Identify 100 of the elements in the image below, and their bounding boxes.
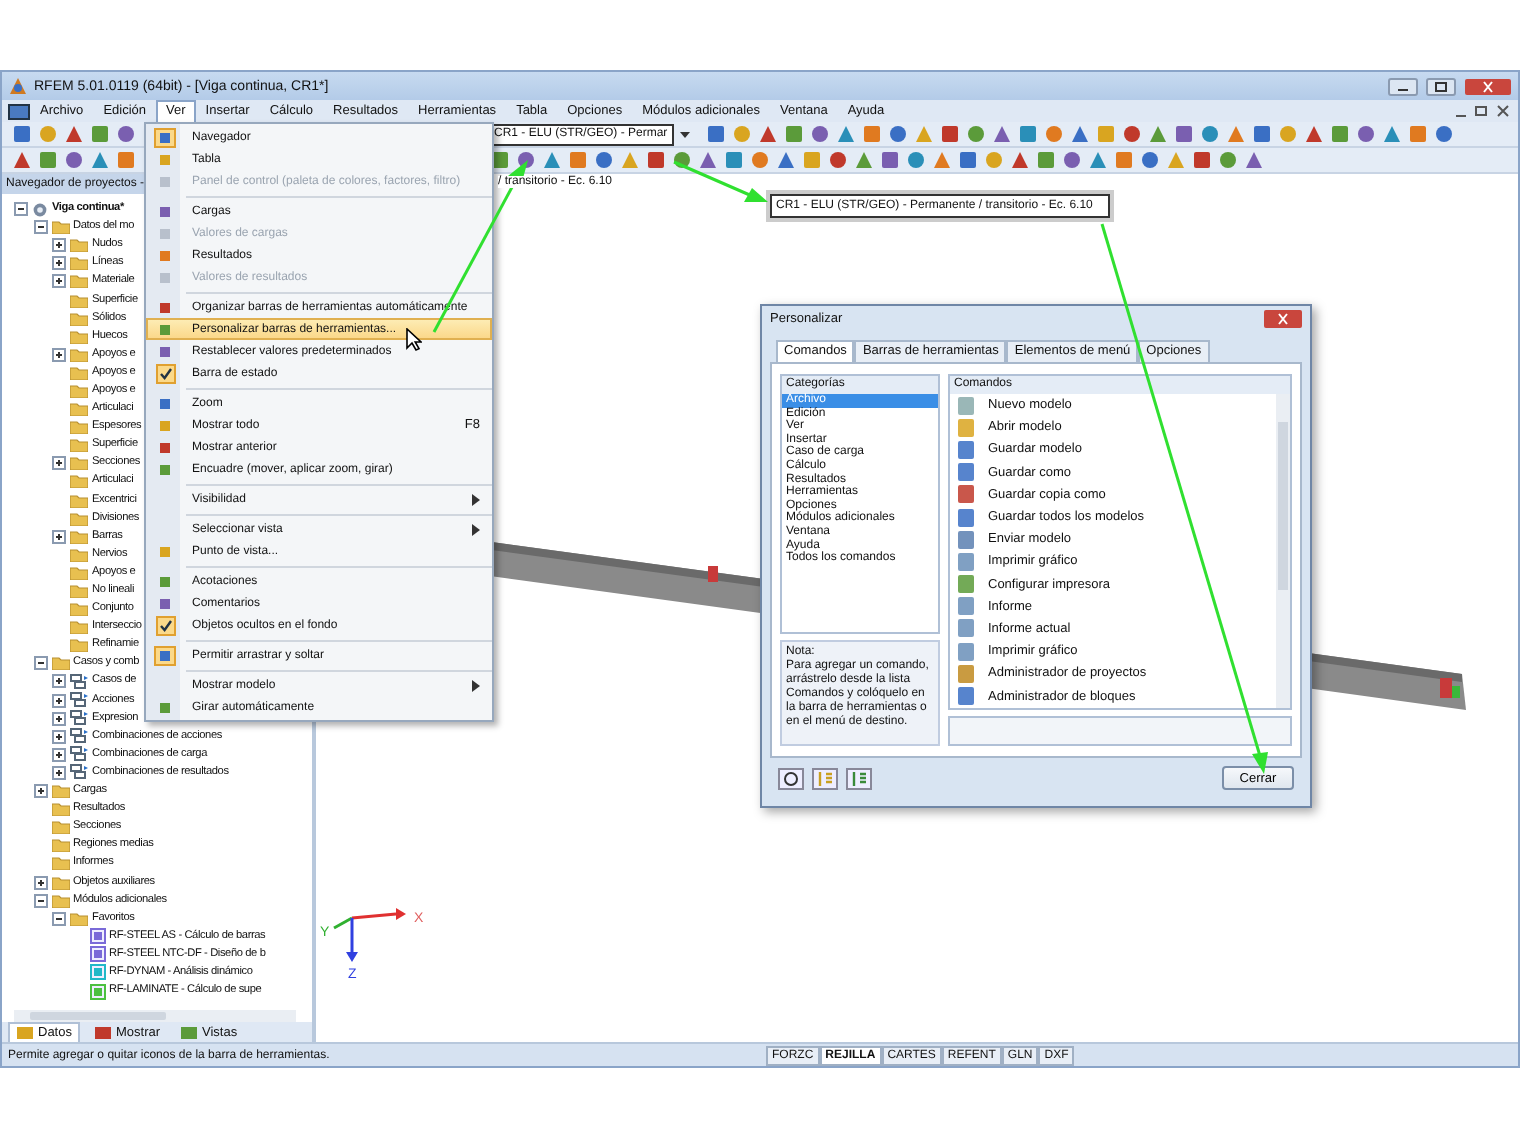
toolbar-icon[interactable] <box>1251 123 1274 145</box>
maximize-icon[interactable] <box>1426 77 1456 95</box>
expand-icon[interactable] <box>52 238 66 253</box>
axes-drawing <box>333 908 406 962</box>
toolbar-icon[interactable] <box>114 123 136 145</box>
toolbar-icon[interactable] <box>826 149 848 171</box>
toolbar-icon[interactable] <box>1199 123 1222 145</box>
toolbar-icon[interactable] <box>1112 149 1134 171</box>
command-icon <box>956 507 976 528</box>
toolbar-icon[interactable] <box>1329 123 1352 145</box>
toolbar-icon[interactable] <box>1138 149 1160 171</box>
toolbar-icon[interactable] <box>1190 149 1212 171</box>
toolbar-icon[interactable] <box>1355 123 1378 145</box>
toolbar-icon[interactable] <box>1060 149 1082 171</box>
stack-icon <box>70 746 88 763</box>
command-icon <box>956 641 976 662</box>
document-icon[interactable] <box>8 103 30 119</box>
toolbar-icon[interactable] <box>36 149 58 171</box>
collapse-icon[interactable] <box>33 220 47 235</box>
toolbar-icon[interactable] <box>887 123 910 145</box>
submenu-arrow-icon <box>472 679 480 691</box>
model-icon <box>32 201 48 218</box>
toolbar-icon[interactable] <box>62 149 84 171</box>
annotation-arrow <box>673 160 768 202</box>
command-icon <box>956 618 976 639</box>
command-icon <box>956 529 976 550</box>
dropdown-arrow-icon[interactable] <box>677 126 692 142</box>
expand-icon[interactable] <box>33 875 47 890</box>
close-icon[interactable] <box>1464 77 1512 95</box>
toolbar-icon[interactable] <box>878 149 900 171</box>
toolbar-icon[interactable] <box>88 123 110 145</box>
toolbar-icon[interactable] <box>705 123 728 145</box>
app-icon <box>8 76 28 96</box>
expand-icon[interactable] <box>52 256 66 271</box>
expand-icon[interactable] <box>52 674 66 689</box>
toolbar-icon[interactable] <box>670 149 692 171</box>
toolbar-icon[interactable] <box>114 149 136 171</box>
expand-icon[interactable] <box>52 729 66 744</box>
tab-icon <box>16 1024 34 1040</box>
horizontal-scrollbar[interactable] <box>14 1010 296 1022</box>
expand-icon[interactable] <box>52 529 66 544</box>
toolbar-icon[interactable] <box>939 123 962 145</box>
command-icon <box>956 395 976 416</box>
close-icon[interactable] <box>1264 310 1302 328</box>
toolbar-icon[interactable] <box>748 149 770 171</box>
window-controls-icon[interactable] <box>1452 104 1512 118</box>
expand-icon[interactable] <box>52 693 66 708</box>
toolbar-icon[interactable] <box>965 123 988 145</box>
toolbar-icon[interactable] <box>1407 123 1430 145</box>
command-icon <box>956 596 976 617</box>
submenu-arrow-icon <box>472 493 480 505</box>
help-icon[interactable] <box>778 767 804 789</box>
toolbar-icon[interactable] <box>1017 123 1040 145</box>
toolbar-icon[interactable] <box>10 123 32 145</box>
minimize-icon[interactable] <box>1388 77 1418 95</box>
tab-icon <box>93 1024 112 1040</box>
import-icon[interactable] <box>812 767 838 789</box>
command-icon <box>956 462 976 483</box>
toolbar-icon[interactable] <box>809 123 832 145</box>
toolbar-icon[interactable] <box>783 123 806 145</box>
toolbar-icon[interactable] <box>592 149 614 171</box>
expand-icon[interactable] <box>52 456 66 471</box>
toolbar-icon[interactable] <box>1216 149 1238 171</box>
toolbar-icon[interactable] <box>722 149 744 171</box>
toolbar-icon[interactable] <box>1121 123 1144 145</box>
command-icon <box>956 663 976 684</box>
collapse-icon[interactable] <box>33 656 47 671</box>
toolbar-icon[interactable] <box>1034 149 1056 171</box>
command-icon <box>956 439 976 460</box>
toolbar-icon[interactable] <box>956 149 978 171</box>
toolbar-icon[interactable] <box>1433 123 1456 145</box>
export-icon[interactable] <box>846 767 872 789</box>
collapse-icon[interactable] <box>52 911 66 926</box>
toolbar-icon[interactable] <box>1043 123 1066 145</box>
collapse-icon[interactable] <box>14 202 28 217</box>
collapse-icon[interactable] <box>33 893 47 908</box>
tab-icon <box>180 1024 199 1040</box>
command-icon <box>956 574 976 595</box>
stack-icon <box>70 728 88 745</box>
toolbar-icon[interactable] <box>904 149 926 171</box>
stack-icon <box>70 764 88 781</box>
toolbar-icon[interactable] <box>566 149 588 171</box>
submenu-arrow-icon <box>472 523 480 535</box>
vertical-scrollbar[interactable] <box>1276 394 1290 708</box>
stack-icon <box>70 673 88 690</box>
command-icon <box>956 686 976 707</box>
expand-icon[interactable] <box>52 765 66 780</box>
command-icon <box>956 484 976 505</box>
expand-icon[interactable] <box>33 784 47 799</box>
expand-icon[interactable] <box>52 711 66 726</box>
expand-icon[interactable] <box>52 747 66 762</box>
expand-icon[interactable] <box>52 347 66 362</box>
command-icon <box>956 417 976 438</box>
command-icon <box>956 551 976 572</box>
stack-icon <box>70 692 88 709</box>
toolbar-icon[interactable] <box>644 149 666 171</box>
toolbar-icon[interactable] <box>1173 123 1196 145</box>
toolbar-icon[interactable] <box>861 123 884 145</box>
expand-icon[interactable] <box>52 274 66 289</box>
stack-icon <box>70 710 88 727</box>
